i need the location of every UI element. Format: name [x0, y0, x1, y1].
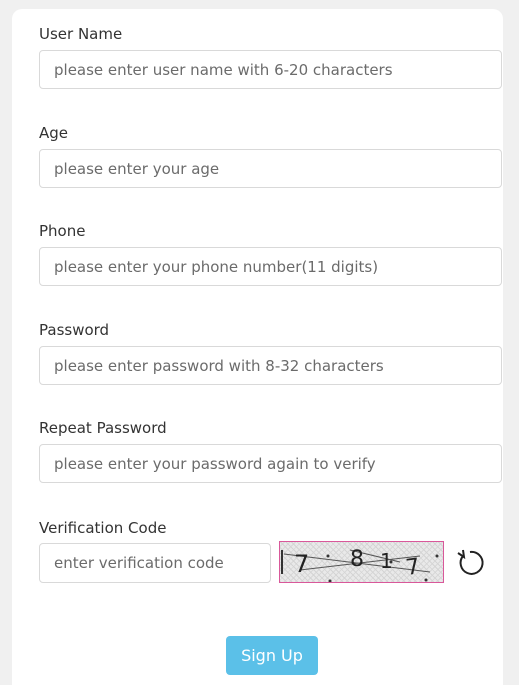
username-label: User Name — [39, 25, 123, 43]
age-group: Age — [39, 124, 504, 188]
phone-label: Phone — [39, 222, 86, 240]
verification-group: Verification Code 7 8 1 7 — [39, 519, 504, 583]
password-label: Password — [39, 321, 110, 339]
phone-input[interactable] — [39, 247, 502, 286]
captcha-char-2: 8 — [350, 547, 364, 572]
verification-label: Verification Code — [39, 519, 167, 537]
repeat-password-label: Repeat Password — [39, 419, 167, 437]
refresh-icon-graphic — [457, 549, 484, 575]
username-group: User Name — [39, 25, 504, 89]
age-input[interactable] — [39, 149, 502, 188]
captcha-char-1: 7 — [294, 550, 309, 578]
captcha-noise-bar — [281, 550, 283, 574]
captcha-noise-dot — [424, 578, 428, 582]
phone-group: Phone — [39, 222, 504, 286]
captcha-graphic: 7 8 1 7 — [281, 547, 439, 583]
captcha-noise-dot — [326, 554, 330, 558]
sign-up-button[interactable]: Sign Up — [226, 636, 318, 675]
captcha-image[interactable]: 7 8 1 7 — [279, 541, 444, 583]
refresh-icon[interactable] — [454, 547, 486, 579]
repeat-password-group: Repeat Password — [39, 419, 504, 483]
age-label: Age — [39, 124, 69, 142]
verification-code-input[interactable] — [39, 543, 271, 583]
password-input[interactable] — [39, 346, 502, 385]
captcha-char-4: 7 — [404, 554, 421, 581]
repeat-password-input[interactable] — [39, 444, 502, 483]
password-group: Password — [39, 321, 504, 385]
captcha-noise-dot — [435, 554, 439, 558]
captcha-char-3: 1 — [380, 549, 393, 573]
signup-form-card: User Name Age Phone Password Repeat Pass… — [12, 9, 503, 685]
captcha-noise-dot — [328, 579, 332, 583]
username-input[interactable] — [39, 50, 502, 89]
